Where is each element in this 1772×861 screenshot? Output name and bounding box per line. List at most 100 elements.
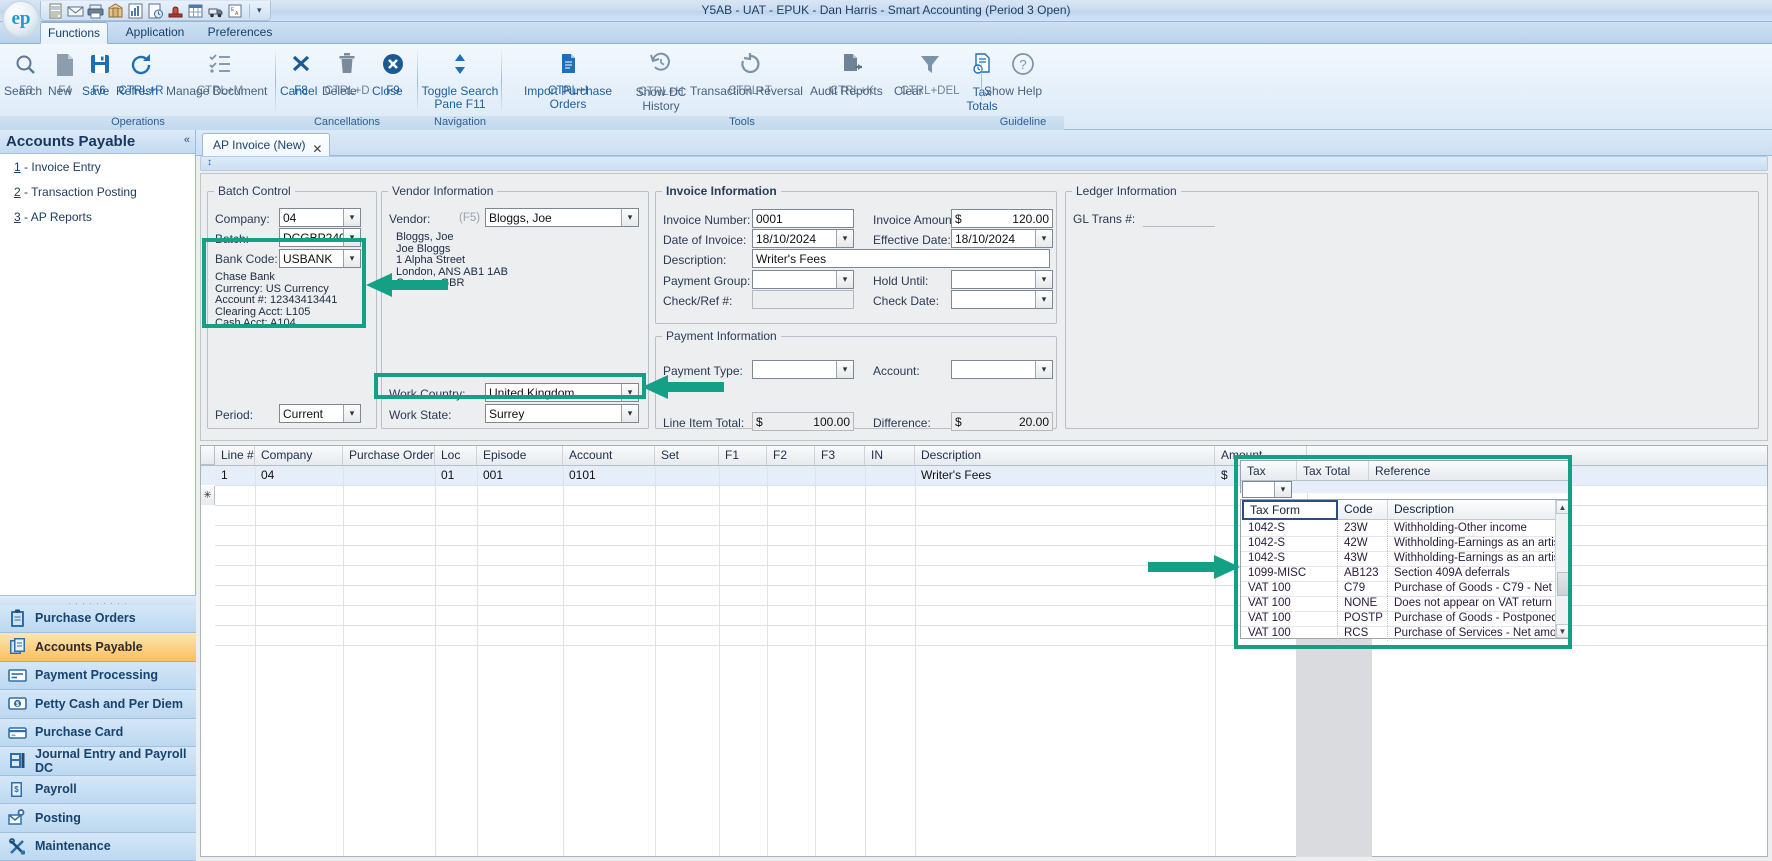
delete-button[interactable]: Delete CTRL+D [322,48,372,98]
toggle-search-pane-button[interactable]: Toggle Search Pane F11 [420,48,500,85]
list-item[interactable]: 1042-S 23W Withholding-Other income [1241,521,1569,536]
chevron-down-icon[interactable]: ▾ [343,229,360,246]
col-description[interactable]: Description [915,446,1215,465]
sidebar-item-accounts-payable[interactable]: Accounts Payable [0,633,196,662]
sidebar-item-payroll[interactable]: $ Payroll [0,776,196,805]
list-item[interactable]: VAT 100 C79 Purchase of Goods - C79 - Ne… [1241,581,1569,596]
show-help-button[interactable]: ? Show Help [984,48,1062,85]
col-account[interactable]: Account [563,446,655,465]
col-f1[interactable]: F1 [719,446,767,465]
work-country-combo[interactable]: United Kingdom ▾ [485,383,639,402]
save-button[interactable]: Save F6 [82,48,116,98]
list-item[interactable]: 1042-S 42W Withholding-Earnings as an ar… [1241,536,1569,551]
dropdown-col-description[interactable]: Description [1388,500,1555,520]
chevron-down-icon[interactable]: ▾ [836,361,853,378]
import-purchase-orders-button[interactable]: Import Purchase Orders CTRL+I [506,48,630,98]
spreadsheet-icon[interactable] [187,3,204,19]
chevron-down-icon[interactable]: ▾ [621,405,638,422]
period-combo[interactable]: Current ▾ [279,404,361,423]
col-set[interactable]: Set [655,446,719,465]
mail-icon[interactable] [67,3,84,19]
col-loc[interactable]: Loc [435,446,477,465]
invoice-number-input[interactable]: 0001 [752,209,854,228]
check-date-combo[interactable]: ▾ [951,290,1053,309]
batch-combo[interactable]: DCGBP24061 ▾ [279,228,361,247]
sidebar-item-payment-processing[interactable]: Payment Processing [0,662,196,691]
chevron-down-icon[interactable]: ▾ [1035,271,1052,288]
bank-code-combo[interactable]: USBANK ▾ [279,249,361,268]
new-button[interactable]: New F4 [48,48,82,98]
check-ref-input[interactable] [752,290,854,309]
show-dc-history-button[interactable]: Show DC History CTRL+H [632,48,690,99]
clear-button[interactable]: Clear CTRL+DEL [894,48,966,98]
hold-until-combo[interactable]: ▾ [951,270,1053,289]
dropdown-col-tax-form[interactable]: Tax Form [1242,500,1338,520]
chevron-down-icon[interactable]: ▾ [1035,361,1052,378]
list-item[interactable]: VAT 100 POSTP Purchase of Goods - Postpo… [1241,611,1569,626]
invoice-amount-input[interactable]: $ 120.00 [951,209,1053,228]
col-reference[interactable]: Reference [1369,461,1569,481]
col-line-number[interactable]: Line # [215,446,255,465]
company-combo[interactable]: 04 ▾ [279,208,361,227]
transaction-reversal-button[interactable]: Transaction Reversal CTRL+T [690,48,810,98]
list-item[interactable]: 1099-MISC AB123 Section 409A deferrals [1241,566,1569,581]
payment-type-combo[interactable]: ▾ [752,360,854,379]
col-f3[interactable]: F3 [815,446,865,465]
notes-icon[interactable] [47,3,64,19]
effective-date-combo[interactable]: 18/10/2024 ▾ [951,229,1053,248]
vendor-combo[interactable]: Bloggs, Joe ▾ [485,208,639,227]
tab-ap-invoice-new[interactable]: AP Invoice (New) ✕ [202,133,330,156]
col-f2[interactable]: F2 [767,446,815,465]
tax-code-combo[interactable]: ▾ [1242,481,1292,498]
chevron-down-icon[interactable]: ▾ [836,230,853,247]
delivery-icon[interactable] [207,3,224,19]
scrollbar-thumb[interactable] [1557,572,1569,596]
quick-access-toolbar[interactable]: EA ▾ [40,1,271,21]
list-item[interactable]: VAT 100 NONE Does not appear on VAT retu… [1241,596,1569,611]
sidebar-item-posting[interactable]: Posting [0,804,196,833]
chevron-down-icon[interactable]: ▾ [255,5,264,16]
tab-functions[interactable]: Functions [40,22,108,44]
list-item[interactable]: VAT 100 RCS Purchase of Services - Net a… [1241,626,1569,641]
pane-splitter[interactable]: ↕ [200,156,1768,171]
sidebar-item-purchase-card[interactable]: Purchase Card [0,719,196,748]
tax-code-editor[interactable] [1243,482,1274,497]
cancel-button[interactable]: Cancel F8 [280,48,322,98]
sidebar-item-transaction-posting[interactable]: 2 - Transaction Posting [0,179,195,204]
chevron-down-icon[interactable]: ▾ [343,250,360,267]
sidebar-item-journal-entry[interactable]: Journal Entry and Payroll DC [0,747,196,776]
sidebar-item-invoice-entry[interactable]: 1 - Invoice Entry [0,154,195,179]
sidebar-item-ap-reports[interactable]: 3 - AP Reports [0,204,195,229]
chevron-down-icon[interactable]: ▾ [343,209,360,226]
chevron-down-icon[interactable]: ▾ [343,405,360,422]
tab-preferences[interactable]: Preferences [200,22,280,44]
dropdown-col-code[interactable]: Code [1338,500,1388,520]
description-input[interactable]: Writer's Fees [752,249,1050,268]
refresh-button[interactable]: Refresh CTRL+R [116,48,166,98]
col-tax-code[interactable]: Tax Code [1241,461,1297,481]
chevron-down-icon[interactable]: ▾ [621,209,638,226]
search-button[interactable]: Search F3 [4,48,48,98]
col-episode[interactable]: Episode [477,446,563,465]
close-button[interactable]: Close F9 [372,48,414,98]
chevron-down-icon[interactable]: ▾ [836,271,853,288]
chevron-down-icon[interactable]: ▾ [1035,230,1052,247]
collapse-pane-icon[interactable]: « [184,134,190,146]
tab-application[interactable]: Application [115,22,195,44]
scroll-up-icon[interactable]: ▲ [1556,500,1569,514]
payment-group-combo[interactable]: ▾ [752,270,854,289]
sidebar-item-petty-cash[interactable]: $ Petty Cash and Per Diem [0,690,196,719]
chevron-down-icon[interactable]: ▾ [1035,291,1052,308]
sidebar-item-maintenance[interactable]: Maintenance [0,833,196,861]
module-list-grip[interactable]: . . . . . . . . . [0,595,196,605]
audit-reports-button[interactable]: Audit Reports CTRL+K [810,48,894,98]
chart-icon[interactable] [127,3,144,19]
list-item[interactable]: 1042-S 43W Withholding-Earnings as an ar… [1241,551,1569,566]
chevron-down-icon[interactable]: ▾ [621,384,638,401]
chevron-down-icon[interactable]: ▾ [1274,482,1291,497]
stamp-icon[interactable] [167,3,184,19]
date-of-invoice-combo[interactable]: 18/10/2024 ▾ [752,229,854,248]
col-purchase-order[interactable]: Purchase Order # [343,446,435,465]
history-report-icon[interactable] [147,3,164,19]
col-company[interactable]: Company [255,446,343,465]
